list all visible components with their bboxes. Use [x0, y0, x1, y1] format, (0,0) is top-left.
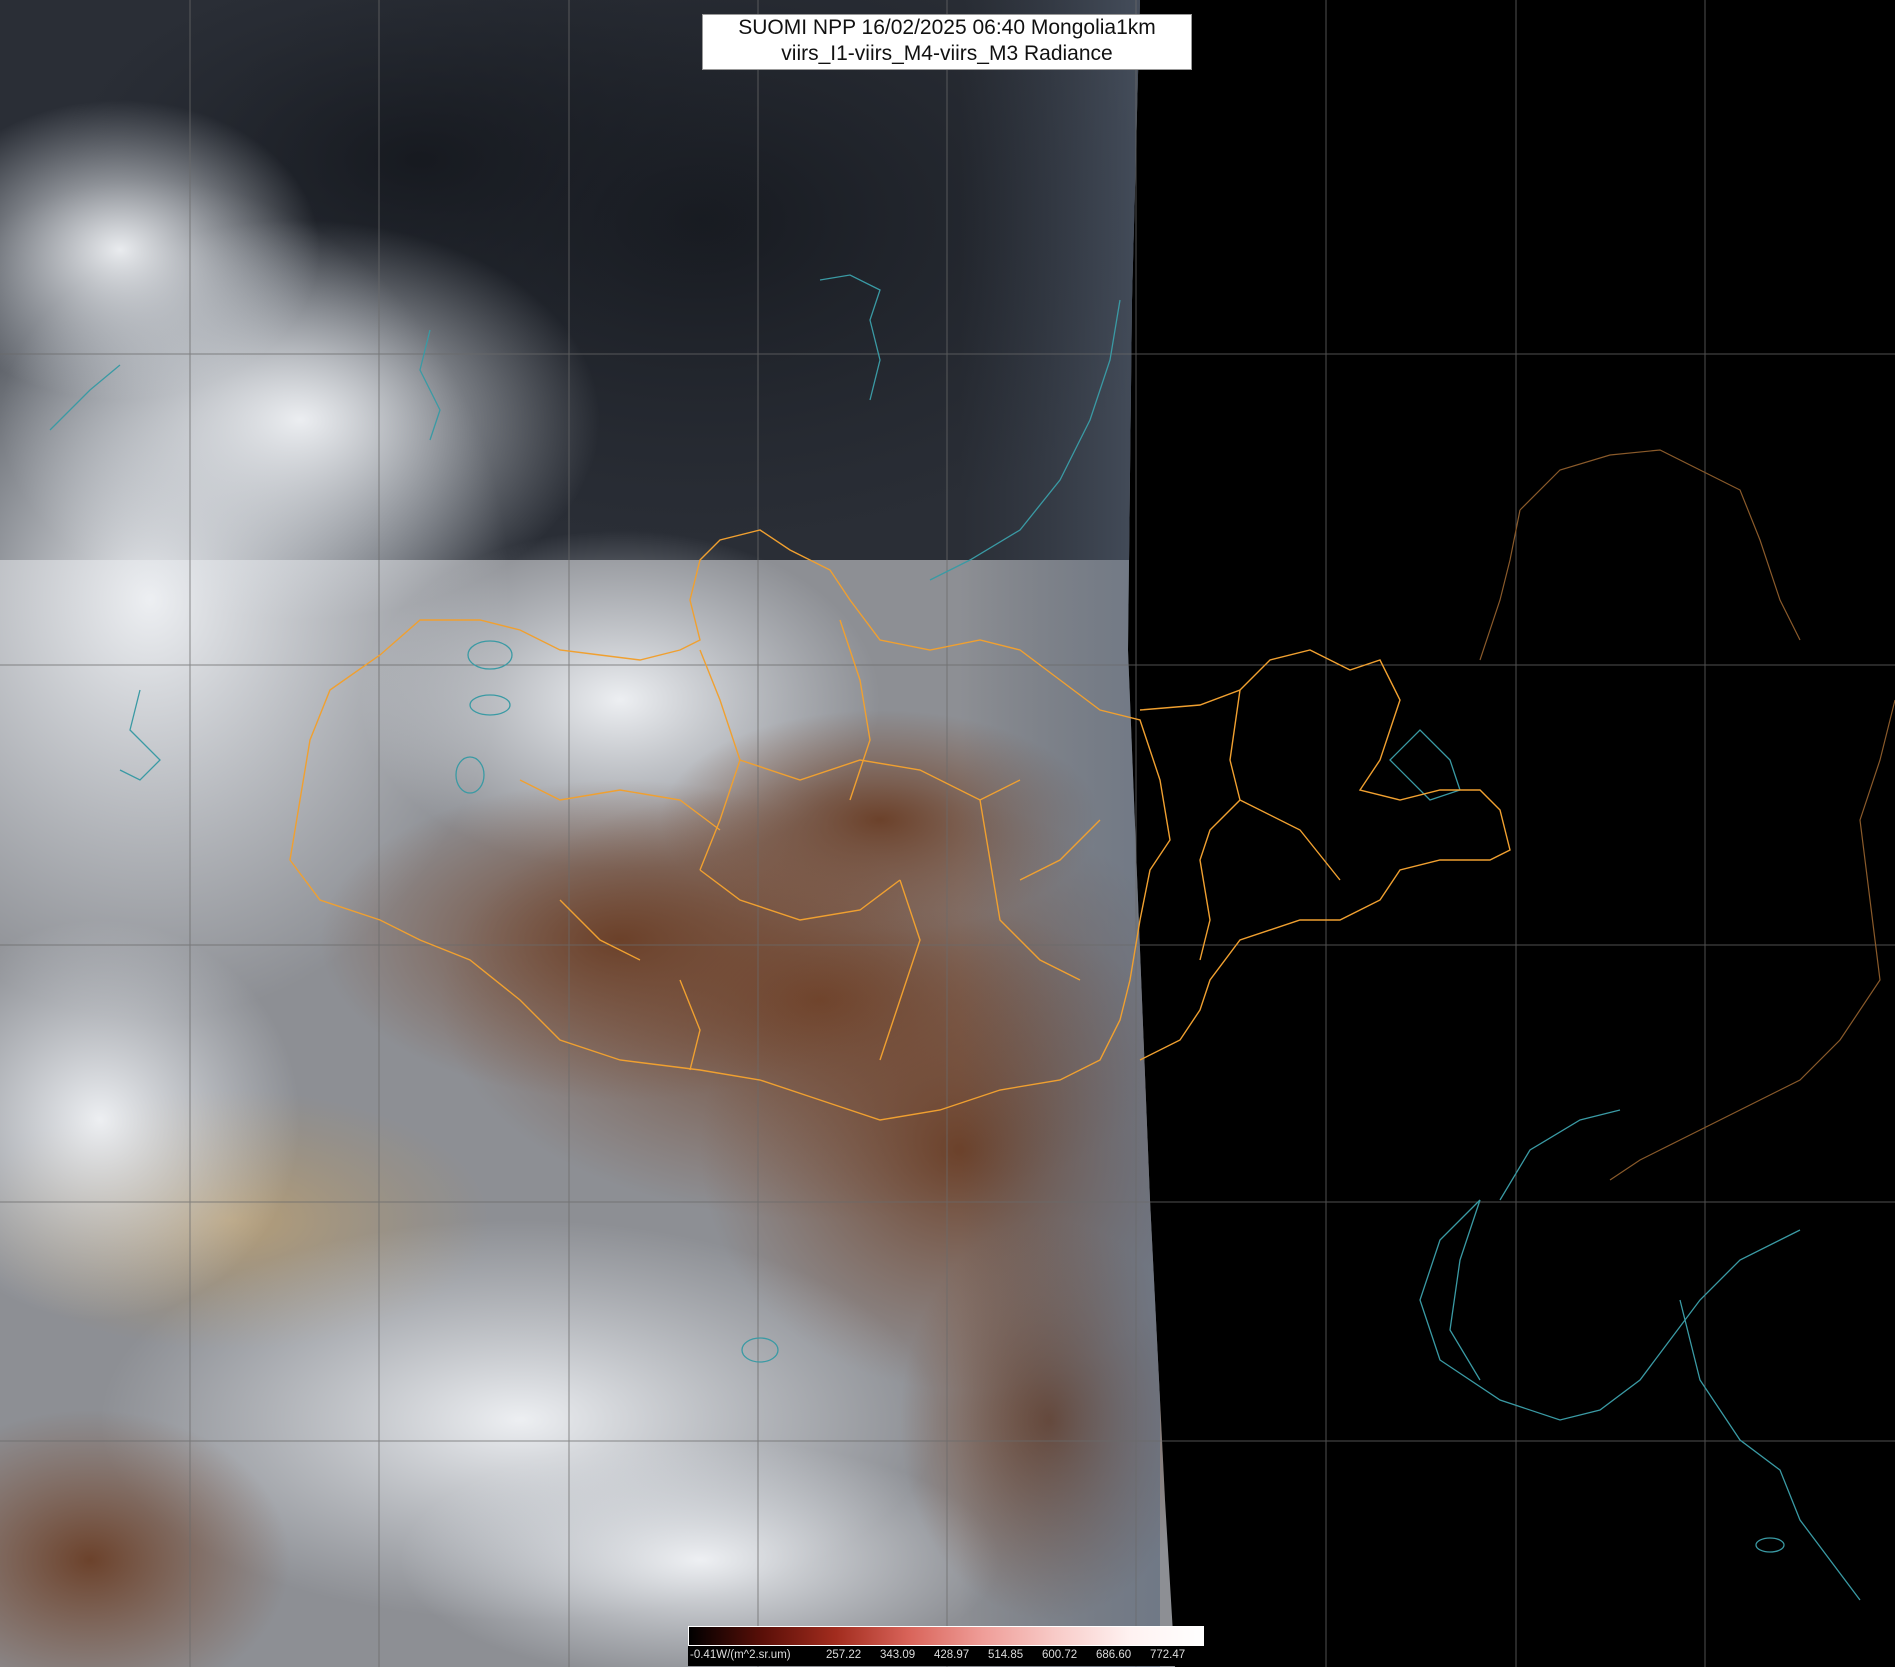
title-line-2: viirs_I1-viirs_M4-viirs_M3 Radiance [781, 42, 1113, 65]
legend-label-7: 772.47 [1150, 1649, 1186, 1661]
legend-label-5: 600.72 [1042, 1649, 1078, 1661]
legend-labels: -0.41W/(m^2.sr.um) 257.22 343.09 428.97 … [688, 1646, 1204, 1666]
legend-label-2: 343.09 [880, 1649, 916, 1661]
satellite-map [0, 0, 1895, 1667]
title-line-1: SUOMI NPP 16/02/2025 06:40 Mongolia1km [738, 16, 1156, 39]
title-box: SUOMI NPP 16/02/2025 06:40 Mongolia1km v… [702, 14, 1192, 70]
legend-label-0: -0.41W/(m^2.sr.um) [690, 1649, 791, 1661]
legend-color-bar [688, 1626, 1204, 1646]
daylight-swath [0, 0, 1175, 1667]
radiance-legend: -0.41W/(m^2.sr.um) 257.22 343.09 428.97 … [688, 1626, 1204, 1667]
legend-label-6: 686.60 [1096, 1649, 1132, 1661]
legend-label-3: 428.97 [934, 1649, 970, 1661]
legend-label-4: 514.85 [988, 1649, 1024, 1661]
legend-label-1: 257.22 [826, 1649, 862, 1661]
